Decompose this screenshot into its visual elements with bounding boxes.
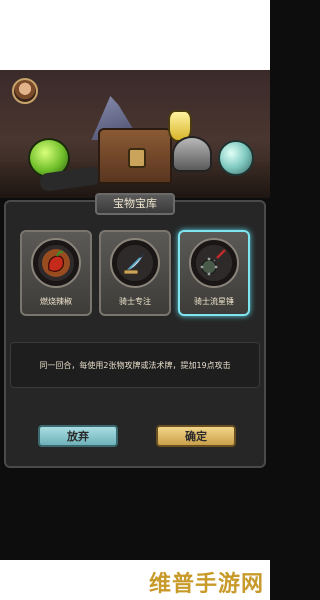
crystal-orb-icon — [218, 140, 254, 176]
card-burning-chili[interactable]: 燃烧辣椒 — [20, 230, 92, 316]
watermark-bar: 维普手游网 — [0, 560, 270, 600]
card-label: 骑士专注 — [119, 297, 151, 306]
knight-helmet-icon — [172, 136, 212, 172]
confirm-button[interactable]: 确定 — [156, 425, 236, 447]
flail-icon — [189, 238, 239, 288]
top-blank-area — [0, 0, 270, 70]
feather-scroll-icon — [110, 238, 160, 288]
abandon-button[interactable]: 放弃 — [38, 425, 118, 447]
dialog-title: 宝物宝库 — [95, 193, 175, 215]
player-avatar[interactable] — [12, 78, 38, 104]
chest-lock-icon — [128, 148, 146, 168]
chili-pepper-icon — [31, 238, 81, 288]
card-label: 燃烧辣椒 — [40, 297, 72, 306]
card-knight-flail[interactable]: 骑士流星锤 — [178, 230, 250, 316]
treasure-chest-icon — [98, 128, 172, 184]
card-description: 同一回合，每使用2张物攻牌或法术牌，提加19点攻击 — [10, 342, 260, 388]
watermark-text: 维普手游网 — [148, 572, 264, 597]
card-label: 骑士流星锤 — [194, 297, 234, 306]
card-knight-focus[interactable]: 骑士专注 — [99, 230, 171, 316]
